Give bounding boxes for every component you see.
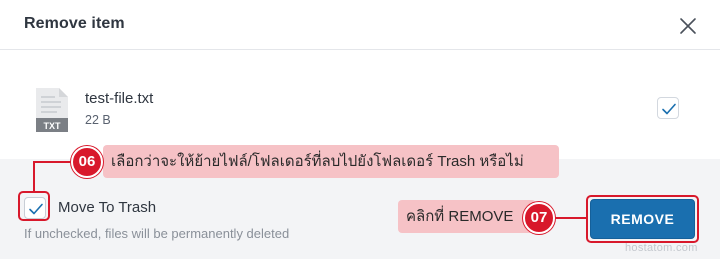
watermark: hostatom.com: [625, 242, 698, 254]
file-select-checkbox[interactable]: [657, 97, 679, 119]
dialog-header: Remove item: [0, 0, 720, 50]
file-name: test-file.txt: [85, 90, 154, 107]
move-to-trash-checkbox[interactable]: [24, 197, 46, 219]
annotation-leader-06: [33, 161, 71, 163]
close-icon[interactable]: [676, 14, 700, 38]
text-file-icon: TXT: [34, 87, 70, 133]
step-badge-07: 07: [523, 202, 555, 234]
remove-item-dialog: Remove item TXT test-file.txt 22 B Move …: [0, 0, 720, 259]
checkmark-icon: [662, 103, 676, 115]
annotation-leader-07: [555, 217, 586, 219]
move-to-trash-label[interactable]: Move To Trash: [58, 199, 156, 216]
file-type-badge: TXT: [44, 121, 62, 131]
annotation-leader-06: [33, 161, 35, 192]
file-list-item[interactable]: TXT test-file.txt 22 B: [0, 51, 720, 159]
remove-button[interactable]: REMOVE: [590, 199, 695, 239]
annotation-note-06: เลือกว่าจะให้ย้ายไฟล์/โฟลเดอร์ที่ลบไปยัง…: [103, 145, 559, 178]
checkmark-icon: [29, 203, 43, 215]
file-size: 22 B: [85, 113, 111, 127]
move-to-trash-help: If unchecked, files will be permanently …: [24, 226, 290, 241]
step-badge-06: 06: [71, 146, 103, 178]
annotation-note-07: คลิกที่ REMOVE: [398, 200, 536, 233]
dialog-title: Remove item: [24, 15, 125, 32]
